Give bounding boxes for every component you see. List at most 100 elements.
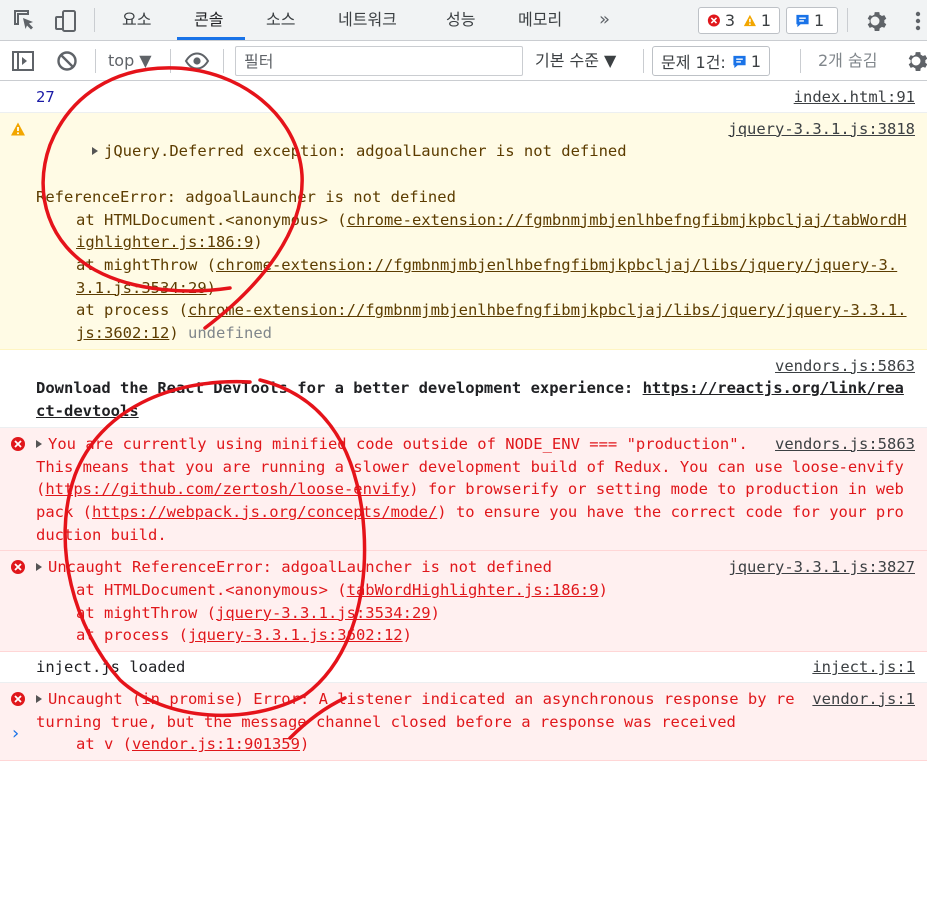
console-message-log: inject.js:1 inject.js loaded <box>0 652 927 683</box>
inspect-element-icon[interactable] <box>12 8 38 34</box>
tab-sources[interactable]: 소스 <box>266 0 295 40</box>
expand-triangle-icon[interactable] <box>36 694 42 703</box>
console-prompt[interactable]: › <box>12 723 19 744</box>
stack-frame: at process (jquery-3.3.1.js:3602:12) <box>36 624 907 647</box>
console-message-warning: jquery-3.3.1.js:3818 jQuery.Deferred exc… <box>0 112 927 350</box>
tab-elements[interactable]: 요소 <box>122 0 151 40</box>
stack-frame-link[interactable]: vendor.js:1:901359 <box>132 735 300 753</box>
expand-triangle-icon[interactable] <box>36 563 42 572</box>
context-selector[interactable]: top ▼ <box>108 49 152 73</box>
message-count: 1 <box>814 11 825 30</box>
console-toolbar: top ▼ 기본 수준 ▼ 문제 1건: 1 2개 숨김 <box>0 41 927 81</box>
toolbar-separator <box>847 8 848 32</box>
frame-prefix: at HTMLDocument.<anonymous> ( <box>76 210 347 229</box>
stack-frame: at HTMLDocument.<anonymous> (tabWordHigh… <box>36 579 907 602</box>
console-message-log: vendors.js:5863 Download the React DevTo… <box>0 349 927 428</box>
console-message-error: vendors.js:5863 You are currently using … <box>0 427 927 552</box>
message-counter[interactable]: 1 <box>786 7 838 34</box>
frame-suffix: ) <box>299 735 310 754</box>
warning-count: 1 <box>760 11 771 30</box>
console-messages: index.html:91 27 jquery-3.3.1.js:3818 jQ… <box>0 82 927 761</box>
warning-icon <box>743 14 756 27</box>
hidden-messages-count: 2개 숨김 <box>818 51 878 70</box>
console-message-error: vendor.js:1 Uncaught (in promise) Error:… <box>0 682 927 761</box>
log-text: inject.js loaded <box>36 658 186 677</box>
frame-prefix: at v ( <box>76 735 132 754</box>
tab-console[interactable]: 콘솔 <box>194 0 223 40</box>
error-header: Uncaught (in promise) Error: A listener … <box>36 689 795 731</box>
warning-icon <box>11 122 25 136</box>
error-icon <box>11 691 25 706</box>
frame-suffix: ) <box>206 278 216 297</box>
error-header: Uncaught ReferenceError: adgoalLauncher … <box>48 558 552 577</box>
message-source-link[interactable]: vendors.js:5863 <box>775 357 915 375</box>
tab-memory[interactable]: 메모리 <box>518 0 562 40</box>
clear-console-icon[interactable] <box>54 48 80 74</box>
message-source-link[interactable]: jquery-3.3.1.js:3818 <box>728 118 915 141</box>
toolbar-separator <box>643 49 644 73</box>
console-settings-gear-icon[interactable] <box>903 48 927 74</box>
more-options-icon[interactable] <box>905 8 927 34</box>
issue-message-icon <box>733 55 746 68</box>
issues-count: 1 <box>750 51 762 71</box>
active-tab-indicator <box>177 37 245 40</box>
log-levels-dropdown[interactable]: 기본 수준 ▼ <box>535 49 616 73</box>
error-icon <box>11 560 25 575</box>
message-icon <box>796 14 809 28</box>
toolbar-separator <box>94 8 95 32</box>
issues-button[interactable]: 문제 1건: 1 <box>652 46 771 76</box>
stack-frame: at mightThrow (jquery-3.3.1.js:3534:29) <box>36 602 907 625</box>
frame-prefix: at mightThrow ( <box>76 255 216 274</box>
message-source-link[interactable]: inject.js:1 <box>812 656 915 679</box>
frame-suffix: ) <box>402 626 412 645</box>
error-count: 3 <box>724 11 735 30</box>
toolbar-separator <box>223 49 224 73</box>
sidebar-toggle-icon[interactable] <box>10 48 36 74</box>
message-source-link[interactable]: vendors.js:5863 <box>775 433 915 456</box>
toolbar-separator <box>170 49 171 73</box>
error-text: ReferenceError: adgoalLauncher is not de… <box>36 187 456 206</box>
error-warning-counter[interactable]: 3 1 <box>698 7 780 34</box>
message-source-link[interactable]: vendor.js:1 <box>812 688 915 711</box>
stack-frame: at mightThrow (chrome-extension://fgmbnm… <box>36 254 907 299</box>
frame-suffix: ) <box>169 324 179 343</box>
issues-label: 문제 1건: <box>661 53 726 72</box>
message-source-link[interactable]: jquery-3.3.1.js:3827 <box>728 556 915 579</box>
stack-frame-link[interactable]: jquery-3.3.1.js:3534:29 <box>216 604 431 622</box>
frame-suffix: ) <box>430 603 440 622</box>
loose-envify-link[interactable]: https://github.com/zertosh/loose-envify <box>45 480 409 498</box>
expand-triangle-icon[interactable] <box>36 439 42 448</box>
console-filter-input[interactable] <box>235 46 523 76</box>
stack-frame: at HTMLDocument.<anonymous> (chrome-exte… <box>36 209 907 254</box>
error-icon <box>707 14 720 27</box>
stack-frame-link[interactable]: jquery-3.3.1.js:3602:12 <box>188 626 403 644</box>
frame-prefix: at process ( <box>76 301 188 320</box>
console-message-log: index.html:91 27 <box>0 82 927 113</box>
stack-frame: at process (chrome-extension://fgmbnmjmb… <box>36 299 907 344</box>
devtools-tab-bar: 요소 콘솔 소스 네트워크 성능 메모리 » 3 1 1 <box>0 0 927 41</box>
frame-suffix: ) <box>253 233 263 252</box>
expand-triangle-icon[interactable] <box>92 147 98 156</box>
stack-frame-link[interactable]: tabWordHighlighter.js:186:9 <box>347 581 599 599</box>
settings-gear-icon[interactable] <box>862 8 888 34</box>
stack-frame: at v (vendor.js:1:901359) <box>36 733 907 756</box>
error-icon <box>11 436 25 451</box>
device-toolbar-icon[interactable] <box>53 8 79 34</box>
tab-network[interactable]: 네트워크 <box>338 0 397 40</box>
frame-suffix: ) <box>598 581 608 600</box>
toolbar-separator <box>95 49 96 73</box>
more-tabs-button[interactable]: » <box>599 0 610 40</box>
undefined-value: undefined <box>188 324 273 343</box>
frame-prefix: at mightThrow ( <box>76 603 216 622</box>
webpack-mode-link[interactable]: https://webpack.js.org/concepts/mode/ <box>92 503 437 521</box>
warning-header: jQuery.Deferred exception: adgoalLaunche… <box>104 142 627 161</box>
console-message-error: jquery-3.3.1.js:3827 Uncaught ReferenceE… <box>0 551 927 653</box>
message-source-link[interactable]: index.html:91 <box>794 86 915 109</box>
live-expression-eye-icon[interactable] <box>184 48 210 74</box>
tab-performance[interactable]: 성능 <box>446 0 475 40</box>
frame-prefix: at process ( <box>76 626 188 645</box>
log-text: Download the React DevTools for a better… <box>36 379 643 398</box>
toolbar-separator <box>800 49 801 73</box>
frame-prefix: at HTMLDocument.<anonymous> ( <box>76 581 347 600</box>
log-value: 27 <box>36 88 55 106</box>
